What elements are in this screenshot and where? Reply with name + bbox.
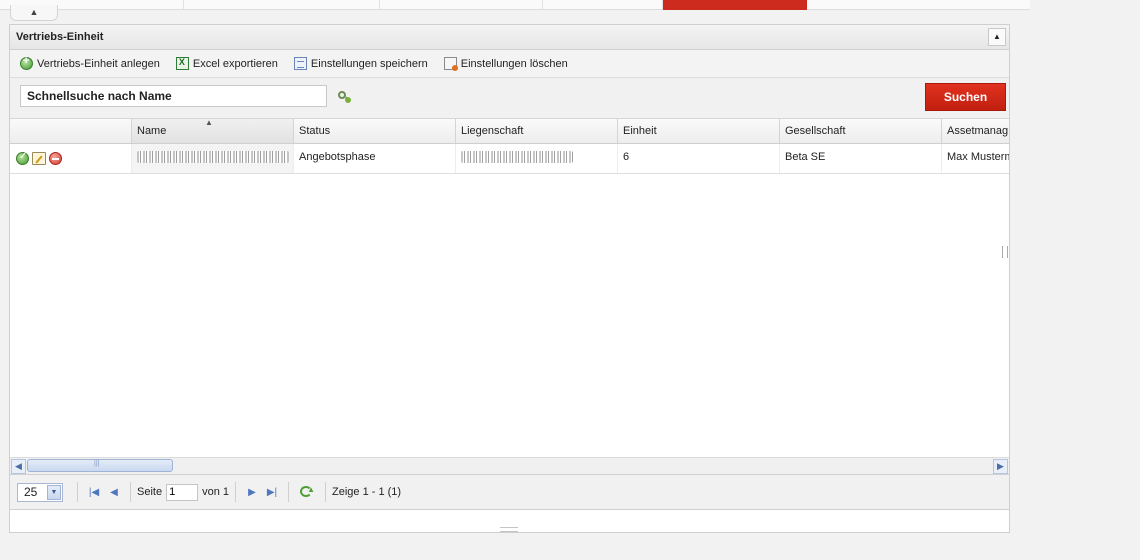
collapse-panel-button[interactable]: ▲	[988, 28, 1006, 46]
separator	[288, 482, 289, 502]
cell-gesellschaft: Beta SE	[780, 144, 942, 173]
scroll-left-icon[interactable]: ◀	[11, 459, 26, 474]
cell-status: Angebotsphase	[294, 144, 456, 173]
column-header-status[interactable]: Status	[294, 119, 456, 143]
column-header-einheit[interactable]: Einheit	[618, 119, 780, 143]
page-total-label: von 1	[202, 486, 229, 498]
column-header-name-label: Name	[137, 125, 167, 137]
column-header-assetmanager[interactable]: Assetmanag	[942, 119, 1009, 143]
cell-assetmanager: Max Musterm	[947, 151, 1009, 163]
chevron-up-icon: ▲	[29, 7, 39, 17]
prev-page-icon[interactable]: ◀	[106, 484, 122, 500]
search-button[interactable]: Suchen	[925, 83, 1006, 111]
search-go-icon[interactable]	[337, 90, 351, 104]
delete-icon[interactable]	[49, 152, 62, 165]
top-tab[interactable]	[184, 0, 380, 10]
separator	[130, 482, 131, 502]
top-tab[interactable]	[542, 0, 664, 10]
quick-search-input[interactable]	[20, 85, 327, 107]
page-size-value: 25	[24, 485, 38, 499]
save-settings-label: Einstellungen speichern	[310, 57, 428, 70]
delete-settings-label: Einstellungen löschen	[460, 57, 568, 70]
top-tab-active[interactable]	[663, 0, 807, 10]
approve-icon[interactable]	[16, 151, 29, 165]
page-number-input[interactable]	[166, 483, 199, 501]
search-bar: Suchen	[10, 78, 1009, 119]
sort-ascending-icon: ▲	[205, 119, 213, 127]
panel-resize-grip[interactable]	[500, 527, 518, 532]
display-info: Zeige 1 - 1 (1)	[332, 486, 402, 498]
column-header-gesellschaft[interactable]: Gesellschaft	[780, 119, 942, 143]
save-settings-button[interactable]: Einstellungen speichern	[293, 57, 428, 70]
vertriebs-einheit-panel: Vertriebs-Einheit ▲ Vertriebs-Einheit an…	[9, 24, 1010, 533]
delete-settings-icon	[443, 57, 458, 71]
last-page-icon[interactable]: ▶|	[264, 484, 280, 500]
redacted-liegenschaft	[461, 151, 573, 163]
collapse-header-button[interactable]: ▲	[10, 5, 58, 21]
separator	[77, 482, 78, 502]
add-vertriebs-einheit-button[interactable]: Vertriebs-Einheit anlegen	[20, 55, 160, 70]
grid-header: ▲ Name Status Liegenschaft Einheit Gesel…	[10, 119, 1009, 144]
column-header-name[interactable]: ▲ Name	[132, 119, 294, 143]
row-actions	[10, 144, 132, 173]
chevron-down-icon[interactable]: ▼	[47, 484, 61, 500]
column-header-actions	[10, 119, 132, 143]
top-tab[interactable]	[806, 0, 1030, 10]
excel-export-button[interactable]: Excel exportieren	[175, 57, 278, 70]
panel-header: Vertriebs-Einheit ▲	[10, 25, 1009, 50]
first-page-icon[interactable]: |◀	[86, 484, 102, 500]
cell-liegenschaft	[456, 144, 618, 173]
excel-button-label: Excel exportieren	[192, 57, 278, 70]
top-tab[interactable]	[379, 0, 543, 10]
table-row[interactable]: Angebotsphase 6 Beta SE Max Musterm	[10, 144, 1009, 174]
column-header-liegenschaft[interactable]: Liegenschaft	[456, 119, 618, 143]
add-icon	[20, 55, 33, 70]
next-page-icon[interactable]: ▶	[244, 484, 260, 500]
delete-settings-button[interactable]: Einstellungen löschen	[443, 57, 568, 71]
toolbar: Vertriebs-Einheit anlegen Excel exportie…	[10, 50, 1009, 78]
cell-einheit: 6	[618, 144, 780, 173]
page-label: Seite	[137, 486, 163, 498]
excel-icon	[175, 57, 189, 70]
cell-name	[132, 144, 294, 173]
page-size-select[interactable]: 25 ▼	[17, 482, 63, 502]
scrollbar-thumb[interactable]	[27, 459, 173, 472]
add-button-label: Vertriebs-Einheit anlegen	[37, 57, 160, 70]
save-settings-icon	[293, 57, 307, 70]
top-tab-strip	[0, 0, 1140, 10]
scroll-right-icon[interactable]: ▶	[993, 459, 1008, 474]
column-resize-handle[interactable]	[1002, 246, 1008, 258]
panel-title: Vertriebs-Einheit	[16, 31, 104, 43]
horizontal-scrollbar[interactable]: ◀ ▶	[10, 457, 1009, 475]
separator	[235, 482, 236, 502]
separator	[325, 482, 326, 502]
edit-icon[interactable]	[32, 152, 46, 165]
redacted-name	[137, 151, 289, 163]
chevron-up-icon: ▲	[993, 32, 1001, 41]
refresh-icon[interactable]: ▲	[299, 484, 315, 500]
data-grid: ▲ Name Status Liegenschaft Einheit Gesel…	[10, 119, 1009, 457]
paging-toolbar: 25 ▼ |◀ ◀ Seite von 1 ▶ ▶| ▲ Zeige 1 - 1…	[10, 475, 1009, 510]
